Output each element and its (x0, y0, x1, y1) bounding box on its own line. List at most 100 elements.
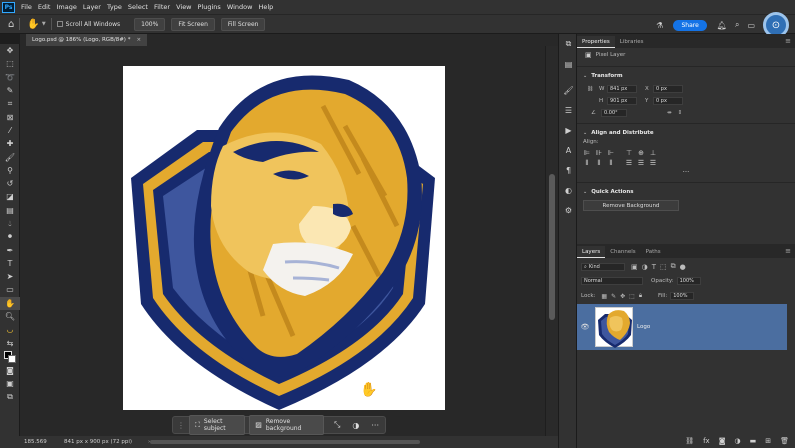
delete-layer-icon[interactable]: 🗑︎ (780, 437, 789, 445)
adjustment-icon[interactable]: ◑ (352, 421, 359, 430)
canvas-area[interactable]: ✋ (20, 46, 545, 436)
vertical-scrollbar[interactable] (545, 46, 558, 436)
remove-background-panel-button[interactable]: Remove Background (583, 200, 679, 211)
transform-section-header[interactable]: ⌄ Transform (577, 71, 795, 81)
more-options-icon[interactable]: ··· (371, 421, 379, 430)
lock-image-icon[interactable]: ✎ (611, 293, 616, 300)
brush-tool-icon[interactable]: 🖌︎ (0, 150, 20, 163)
hand-tool-preset-icon[interactable]: ✋ (27, 19, 39, 30)
menu-type[interactable]: Type (104, 3, 125, 11)
color-swatches[interactable] (0, 350, 19, 364)
zoom-level[interactable]: 185.569 (24, 439, 58, 445)
document-tab[interactable]: Logo.psd @ 186% (Logo, RGB/8#) * × (26, 34, 148, 46)
menu-file[interactable]: File (18, 3, 35, 11)
width-field[interactable]: 841 px (607, 85, 637, 93)
fill-field[interactable]: 100% (670, 292, 695, 300)
lock-transparent-icon[interactable]: ▦ (601, 293, 607, 300)
banana-icon[interactable]: ◡ (0, 323, 20, 336)
hand-tool-icon[interactable]: ✋ (0, 296, 20, 310)
align-hcenter-icon[interactable]: ⊪ (593, 149, 605, 157)
quick-mask-icon[interactable]: ◙ (0, 364, 20, 377)
blend-mode-select[interactable]: Normal (581, 277, 643, 285)
blur-tool-icon[interactable]: 💧︎ (0, 217, 20, 230)
history-brush-tool-icon[interactable]: ↺ (0, 177, 20, 190)
tab-libraries[interactable]: Libraries (615, 36, 649, 48)
search-icon[interactable]: ⌕ (735, 20, 739, 30)
filter-pixel-icon[interactable]: ▣ (631, 263, 638, 271)
document-canvas[interactable] (123, 66, 445, 410)
close-tab-icon[interactable]: × (136, 37, 141, 43)
filter-type-icon[interactable]: T (652, 263, 656, 271)
distribute-top-icon[interactable]: ☰ (623, 159, 635, 167)
screen-mode-icon[interactable]: ▣ (0, 377, 20, 390)
edit-toolbar-icon[interactable]: ⧉ (0, 390, 20, 403)
remove-background-button[interactable]: ▨ Remove background (249, 415, 324, 435)
distribute-vcenter-icon[interactable]: ☰ (635, 159, 647, 167)
eyedropper-tool-icon[interactable]: ⁄ (0, 124, 20, 137)
actions-panel-icon[interactable]: ▶ (559, 120, 578, 140)
filter-shape-icon[interactable]: ⬚ (660, 263, 667, 271)
menu-image[interactable]: Image (53, 3, 79, 11)
new-group-icon[interactable]: ▬ (750, 437, 757, 445)
healing-brush-tool-icon[interactable]: ✚ (0, 137, 20, 150)
align-top-icon[interactable]: ⊤ (623, 149, 635, 157)
scroll-all-windows-checkbox[interactable] (56, 21, 63, 27)
brush-panel-icon[interactable]: 🖌︎ (559, 80, 578, 100)
quick-actions-section-header[interactable]: ⌄ Quick Actions (577, 187, 795, 197)
type-tool-icon[interactable]: T (0, 257, 20, 270)
background-color-swatch[interactable] (8, 354, 16, 363)
gradient-tool-icon[interactable]: ▤ (0, 204, 20, 217)
filter-smart-object-icon[interactable]: ⧉ (671, 262, 676, 271)
lasso-tool-icon[interactable]: ➰ (0, 71, 20, 84)
path-selection-tool-icon[interactable]: ➤ (0, 270, 20, 283)
eraser-tool-icon[interactable]: ◪ (0, 190, 20, 203)
adjustments-panel-icon[interactable]: ☰ (559, 100, 578, 120)
swap-colors-icon[interactable]: ⇆ (0, 337, 20, 350)
align-vcenter-icon[interactable]: ⊕ (635, 149, 647, 157)
zoom-100-button[interactable]: 100% (134, 17, 166, 31)
angle-field[interactable]: 0.00° (601, 109, 627, 117)
color-panel-icon[interactable]: ◐ (559, 180, 578, 200)
lock-position-icon[interactable]: ✥ (620, 293, 625, 300)
layer-row-logo[interactable]: 👁︎ Logo (577, 304, 787, 350)
layers-panel-menu-icon[interactable]: ≡ (785, 247, 795, 255)
link-layers-icon[interactable]: ⛓ (685, 437, 694, 445)
workspace-icon[interactable]: ▭ (747, 21, 755, 30)
flip-vertical-icon[interactable]: ⇕ (678, 110, 683, 116)
chevron-down-icon[interactable]: ▼ (42, 21, 46, 27)
tab-layers[interactable]: Layers (577, 246, 606, 258)
menu-help[interactable]: Help (255, 3, 276, 11)
vertical-scrollbar-thumb[interactable] (549, 174, 555, 320)
layer-filter-kind-select[interactable]: ⌕ Kind (581, 262, 625, 271)
fill-screen-button[interactable]: Fill Screen (220, 17, 266, 31)
menu-filter[interactable]: Filter (151, 3, 173, 11)
add-mask-icon[interactable]: ◙ (719, 437, 726, 445)
move-tool-icon[interactable]: ✥ (0, 44, 20, 57)
menu-plugins[interactable]: Plugins (195, 3, 224, 11)
history-panel-icon[interactable]: ⧉ (559, 34, 578, 54)
character-panel-icon[interactable]: A (559, 140, 578, 160)
distribute-right-icon[interactable]: ⫴ (605, 159, 617, 168)
distribute-left-icon[interactable]: ⫴ (581, 159, 593, 168)
select-subject-button[interactable]: ⛶ Select subject (189, 415, 246, 435)
layer-effects-icon[interactable]: fx (703, 437, 710, 445)
menu-layer[interactable]: Layer (80, 3, 104, 11)
align-section-header[interactable]: ⌄ Align and Distribute (577, 128, 795, 138)
layer-name[interactable]: Logo (637, 324, 650, 330)
height-field[interactable]: 901 px (607, 97, 637, 105)
lock-artboard-icon[interactable]: ⬚ (629, 293, 635, 300)
marquee-tool-icon[interactable]: ⬚ (0, 57, 20, 70)
menu-window[interactable]: Window (224, 3, 256, 11)
object-selection-tool-icon[interactable]: ✎ (0, 84, 20, 97)
align-left-icon[interactable]: ⊫ (581, 149, 593, 157)
x-field[interactable]: 0 px (653, 85, 683, 93)
align-bottom-icon[interactable]: ⊥ (647, 149, 659, 157)
menu-edit[interactable]: Edit (35, 3, 54, 11)
distribute-bottom-icon[interactable]: ☰ (647, 159, 659, 167)
menu-view[interactable]: View (173, 3, 194, 11)
eye-icon[interactable]: 👁︎ (577, 323, 593, 331)
panel-menu-icon[interactable]: ≡ (785, 37, 795, 45)
lock-all-icon[interactable]: 🔒︎ (639, 292, 642, 300)
zoom-tool-icon[interactable]: 🔍︎ (0, 310, 20, 323)
distribute-hcenter-icon[interactable]: ⫴ (593, 159, 605, 168)
